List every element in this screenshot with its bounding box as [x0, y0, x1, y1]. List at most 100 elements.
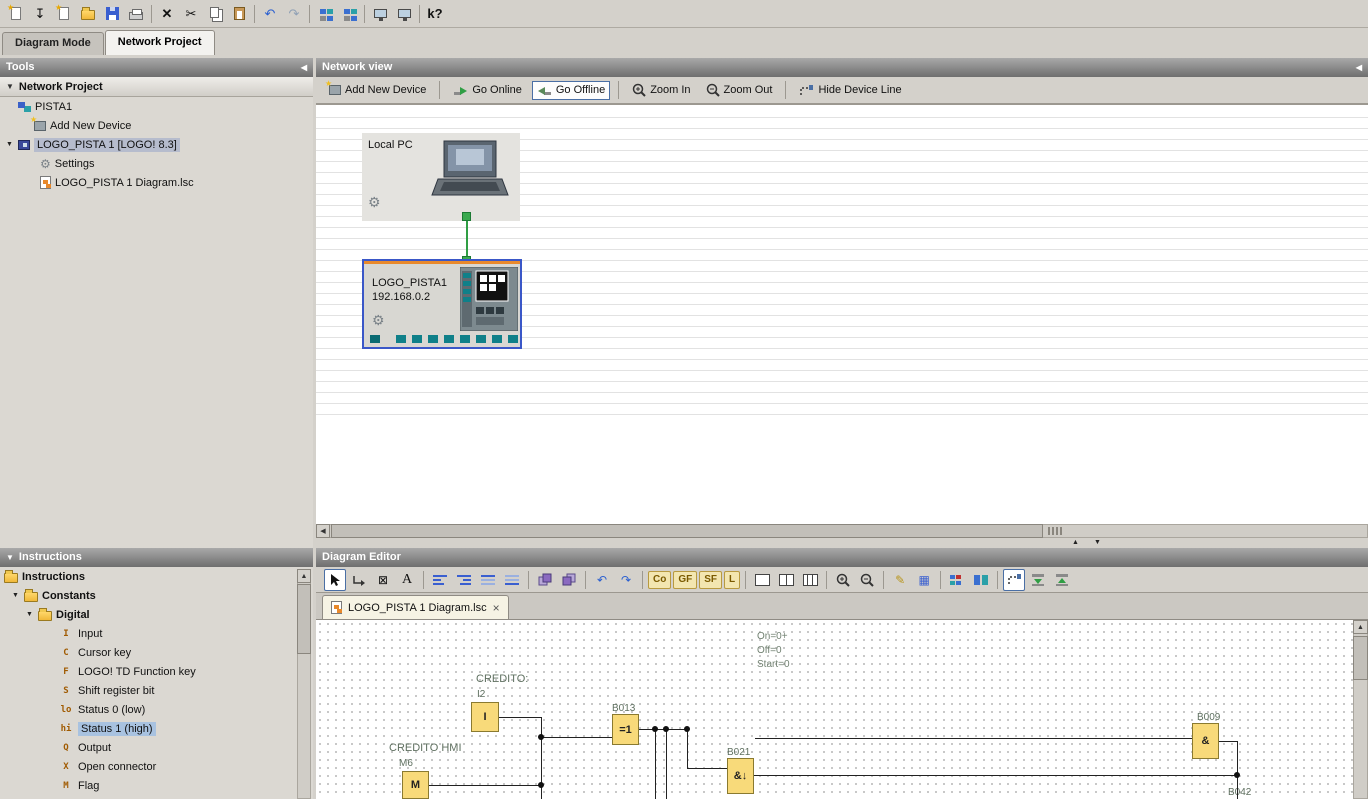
align-right-button[interactable]	[453, 569, 475, 591]
collapse-left-icon[interactable]: ◀	[301, 58, 307, 77]
tree-item-cursor-key[interactable]: C Cursor key	[0, 643, 313, 662]
tree-item-td-function-key[interactable]: F LOGO! TD Function key	[0, 662, 313, 681]
pc-port-connector[interactable]	[462, 212, 471, 221]
splitter-collapse-down-icon[interactable]: ▼	[1094, 539, 1101, 546]
tree-item-instructions-root[interactable]: Instructions	[0, 567, 313, 586]
zoom-in-button[interactable]: Zoom In	[627, 80, 695, 100]
delete-button[interactable]: ✕	[155, 2, 179, 25]
expander-icon[interactable]: ▼	[26, 611, 34, 618]
tab-network-project[interactable]: Network Project	[105, 30, 215, 55]
diagram-tab[interactable]: LOGO_PISTA 1 Diagram.lsc ×	[322, 595, 509, 619]
tree-item-pista1[interactable]: PISTA1	[0, 97, 313, 116]
redo-button[interactable]: ↷	[282, 2, 306, 25]
diagram-canvas[interactable]: On=0+ Off=0 Start=0 CREDITO: I2 I B013 =…	[316, 620, 1353, 799]
new-diagram-button[interactable]	[4, 2, 28, 25]
connect-tool-button[interactable]	[348, 569, 370, 591]
network-view-canvas[interactable]: Local PC ⚙ LOGO_PISTA1 192.168.0.2 ⚙	[316, 104, 1368, 524]
scroll-up-icon[interactable]: ▲	[1353, 620, 1368, 634]
logo-device-ip[interactable]: 192.168.0.2	[372, 291, 430, 303]
import-button[interactable]: ↧	[28, 2, 52, 25]
scroll-up-icon[interactable]: ▲	[297, 569, 311, 583]
close-tab-icon[interactable]: ×	[493, 601, 500, 615]
paste-button[interactable]	[227, 2, 251, 25]
tree-item-flag[interactable]: M Flag	[0, 776, 313, 795]
split-three-windows-button[interactable]	[799, 569, 821, 591]
context-help-button[interactable]: k?	[423, 2, 447, 25]
open-button[interactable]	[76, 2, 100, 25]
scrollbar-grip[interactable]	[1048, 527, 1062, 535]
expand-vertical-space-button[interactable]	[1027, 569, 1049, 591]
tree-item-status-1-high[interactable]: hi Status 1 (high)	[0, 719, 313, 738]
selection-tool-button[interactable]	[324, 569, 346, 591]
single-window-button[interactable]	[751, 569, 773, 591]
local-pc-device[interactable]: Local PC ⚙	[362, 133, 520, 221]
collapse-right-icon[interactable]: ◀	[1356, 58, 1362, 77]
go-online-button[interactable]: Go Online	[448, 81, 527, 100]
align-top-button[interactable]	[477, 569, 499, 591]
tree-item-status-0-low[interactable]: lo Status 0 (low)	[0, 700, 313, 719]
text-tool-button[interactable]: A	[396, 569, 418, 591]
editor-undo-button[interactable]: ↶	[591, 569, 613, 591]
logic-list-catalog-button[interactable]: L	[724, 571, 740, 589]
network-project-section-bar[interactable]: ▼ Network Project	[0, 77, 313, 97]
network-compare-button[interactable]	[313, 2, 337, 25]
editor-vscrollbar-thumb[interactable]	[1353, 636, 1368, 680]
compress-vertical-space-button[interactable]	[1051, 569, 1073, 591]
input-block[interactable]: I	[471, 702, 499, 732]
tree-item-output[interactable]: Q Output	[0, 738, 313, 757]
simulation-button[interactable]	[946, 569, 968, 591]
align-bottom-button[interactable]	[501, 569, 523, 591]
tree-item-constants[interactable]: ▼ Constants	[0, 586, 313, 605]
pane-splitter[interactable]: ▲ ▼	[316, 538, 1368, 548]
logo-pista1-device[interactable]: LOGO_PISTA1 192.168.0.2 ⚙	[362, 259, 522, 349]
instructions-panel-header[interactable]: ▼ Instructions	[0, 548, 313, 567]
network-project-button[interactable]	[337, 2, 361, 25]
tab-diagram-mode[interactable]: Diagram Mode	[2, 32, 104, 55]
copy-button[interactable]	[203, 2, 227, 25]
tree-item-digital[interactable]: ▼ Digital	[0, 605, 313, 624]
editor-redo-button[interactable]: ↷	[615, 569, 637, 591]
hide-device-line-button[interactable]: Hide Device Line	[794, 81, 906, 100]
tree-item-shift-register-bit[interactable]: S Shift register bit	[0, 681, 313, 700]
editor-zoom-in-button[interactable]	[832, 569, 854, 591]
bring-to-front-button[interactable]	[534, 569, 556, 591]
undo-button[interactable]: ↶	[258, 2, 282, 25]
send-to-back-button[interactable]	[558, 569, 580, 591]
logo-device-settings-icon[interactable]: ⚙	[372, 313, 385, 327]
add-new-device-button[interactable]: Add New Device	[324, 81, 431, 99]
split-connection-button[interactable]: ⊠	[372, 569, 394, 591]
save-button[interactable]	[100, 2, 124, 25]
b009-and-block[interactable]: &	[1192, 723, 1219, 759]
tree-item-diagram-file[interactable]: LOGO_PISTA 1 Diagram.lsc	[0, 173, 313, 192]
editor-zoom-out-button[interactable]	[856, 569, 878, 591]
flag-block[interactable]: M	[402, 771, 429, 799]
new-file-button[interactable]	[52, 2, 76, 25]
transfer-device-to-pc-button[interactable]	[392, 2, 416, 25]
grid-toggle-button[interactable]: ▦	[913, 569, 935, 591]
go-offline-button[interactable]: Go Offline	[532, 81, 610, 100]
local-pc-settings-icon[interactable]: ⚙	[368, 195, 381, 209]
tree-item-settings[interactable]: ⚙ Settings	[0, 154, 313, 173]
tree-item-open-connector[interactable]: X Open connector	[0, 757, 313, 776]
network-view-hscrollbar-thumb[interactable]	[331, 524, 1043, 538]
scroll-left-icon[interactable]: ◀	[316, 524, 330, 538]
split-two-windows-button[interactable]	[775, 569, 797, 591]
online-test-button[interactable]	[970, 569, 992, 591]
align-left-button[interactable]	[429, 569, 451, 591]
comment-tool-button[interactable]: ✎	[889, 569, 911, 591]
expander-icon[interactable]: ▼	[6, 141, 14, 148]
tree-item-add-new-device[interactable]: Add New Device	[0, 116, 313, 135]
basic-functions-catalog-button[interactable]: GF	[673, 571, 697, 589]
cut-button[interactable]: ✂	[179, 2, 203, 25]
tree-item-input[interactable]: I Input	[0, 624, 313, 643]
instructions-scrollbar-thumb[interactable]	[297, 584, 311, 654]
special-functions-catalog-button[interactable]: SF	[699, 571, 722, 589]
connectors-catalog-button[interactable]: Co	[648, 571, 671, 589]
print-button[interactable]	[124, 2, 148, 25]
b013-or-block[interactable]: =1	[612, 714, 639, 745]
reroute-connections-button[interactable]	[1003, 569, 1025, 591]
zoom-out-button[interactable]: Zoom Out	[701, 80, 778, 100]
b021-and-edge-block[interactable]: &↓	[727, 758, 754, 794]
tree-item-logo-pista1[interactable]: ▼ LOGO_PISTA 1 [LOGO! 8.3]	[0, 135, 313, 154]
expander-icon[interactable]: ▼	[12, 592, 20, 599]
